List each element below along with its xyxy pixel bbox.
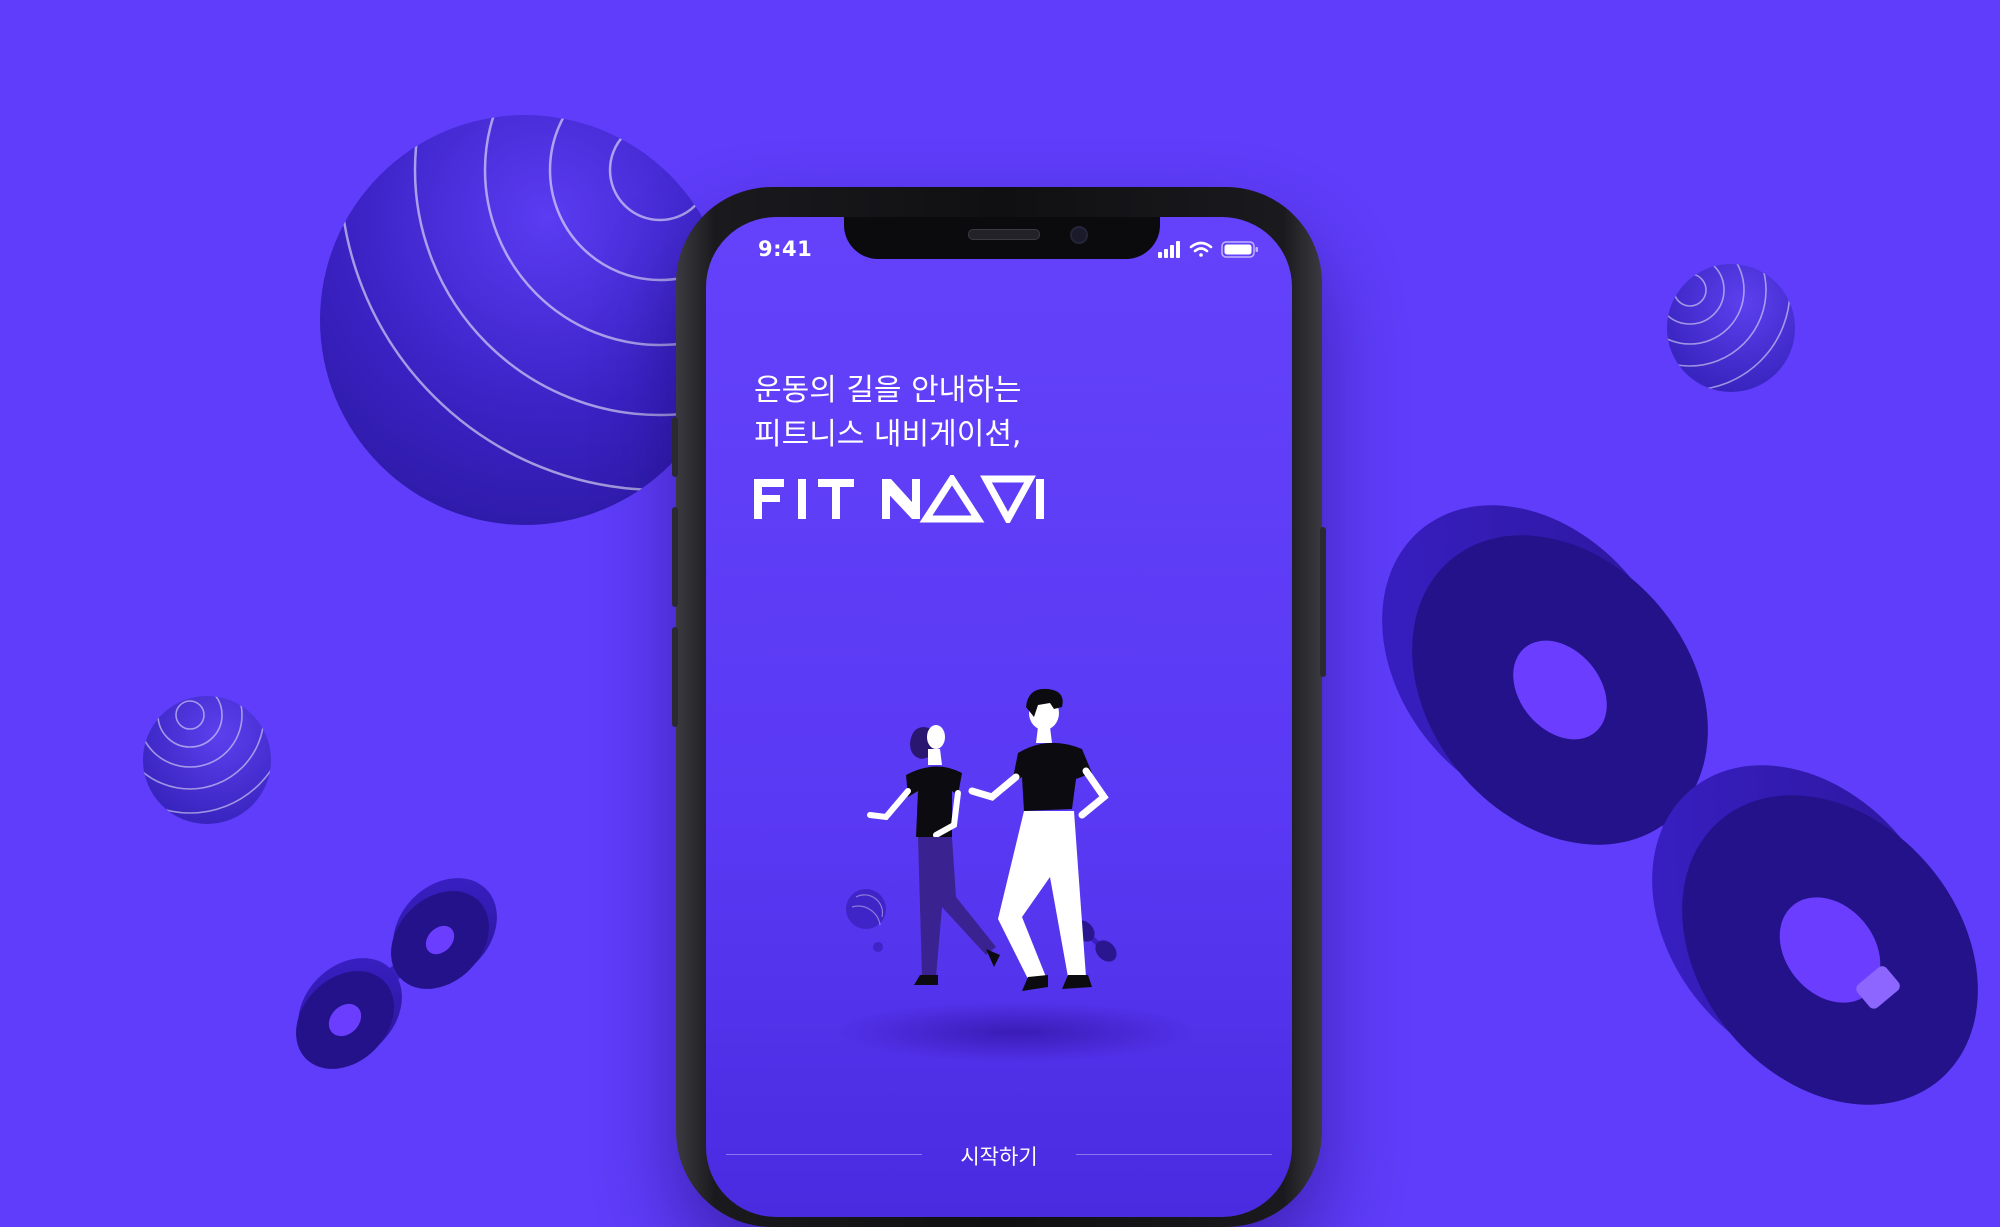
phone-side-button	[672, 417, 678, 477]
phone-volume-up	[672, 507, 678, 607]
phone-frame: 9:41 운동의 길을 안내하는 피트니스 내비게이션, 시작하기	[672, 187, 1326, 1227]
tagline-line-2: 피트니스 내비게이션,	[754, 417, 1022, 452]
tagline: 운동의 길을 안내하는 피트니스 내비게이션,	[754, 369, 1021, 457]
tagline-line-1: 운동의 길을 안내하는	[754, 373, 1022, 408]
fitnavi-logo	[754, 475, 1044, 523]
dumbbell-small	[296, 878, 497, 1069]
illustration-ball	[846, 889, 886, 952]
exercise-ball-small-left	[143, 696, 271, 824]
speaker-grille	[968, 229, 1040, 240]
runners-illustration	[836, 688, 1196, 1062]
exercise-ball-small-right	[1667, 264, 1795, 392]
woman-runner	[867, 725, 1000, 985]
dumbbell-large	[1382, 505, 1978, 1105]
app-screen: 9:41 운동의 길을 안내하는 피트니스 내비게이션, 시작하기	[706, 217, 1292, 1217]
signal-icon	[1158, 241, 1180, 258]
front-camera	[1070, 226, 1088, 244]
status-icons	[1158, 239, 1262, 259]
phone-power-button	[1320, 527, 1326, 677]
status-time: 9:41	[758, 237, 813, 261]
phone-volume-down	[672, 627, 678, 727]
start-divider-right	[1076, 1154, 1272, 1155]
start-button[interactable]: 시작하기	[726, 1141, 1272, 1171]
battery-icon	[1221, 241, 1258, 258]
wifi-icon	[1189, 241, 1213, 257]
phone-notch	[844, 217, 1160, 259]
start-row[interactable]: 시작하기	[726, 1139, 1272, 1169]
